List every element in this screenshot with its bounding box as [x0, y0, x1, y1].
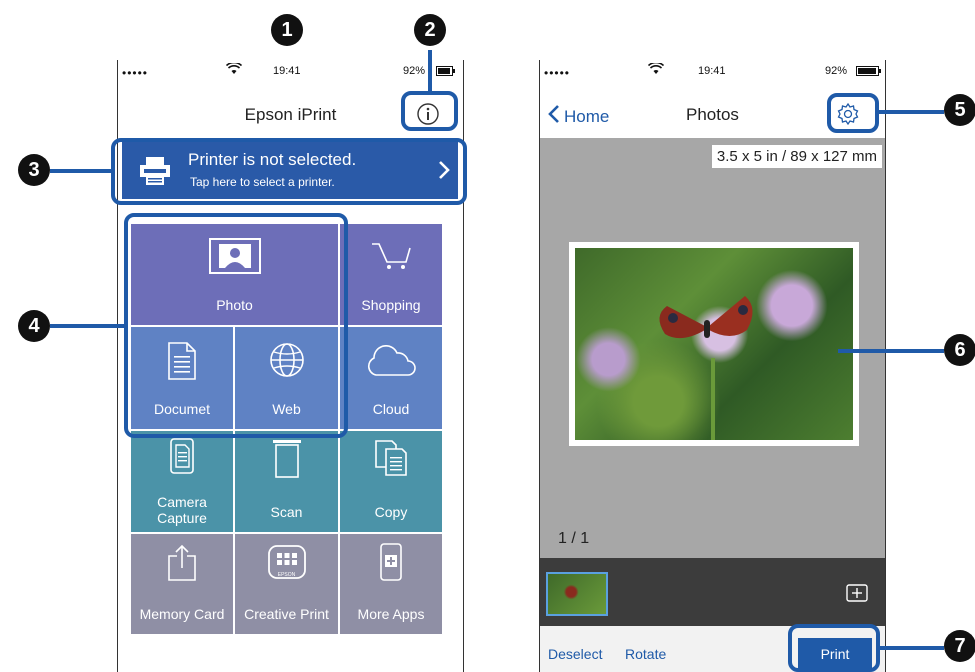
battery-percent: 92%: [825, 65, 848, 77]
tile-label: More Apps: [357, 606, 425, 622]
paper-size-selector[interactable]: 3.5 x 5 in / 89 x 127 mm: [711, 145, 882, 168]
wifi-icon: [225, 61, 243, 78]
status-time: 19:41: [698, 65, 726, 77]
tile-label: Memory Card: [139, 606, 225, 622]
tile-label: Creative Print: [244, 606, 329, 622]
tile-label: Camera Capture: [131, 494, 233, 526]
cloud-icon: [340, 345, 442, 377]
highlight-settings-button: [827, 93, 879, 133]
back-button[interactable]: Home: [548, 104, 609, 129]
screen-title: Photos: [686, 105, 739, 124]
tile-label: Cloud: [372, 401, 410, 417]
callout-7-line: [879, 646, 944, 650]
tile-more-apps[interactable]: More Apps: [339, 533, 443, 635]
callout-4: 4: [18, 310, 50, 342]
wifi-icon: [647, 61, 665, 78]
battery-percent: 92%: [403, 65, 426, 77]
deselect-button[interactable]: Deselect: [548, 646, 602, 662]
tile-label: Shopping: [361, 297, 421, 313]
highlight-info-button: [401, 91, 458, 131]
tile-shopping[interactable]: Shopping: [339, 223, 443, 326]
scan-icon: [235, 439, 338, 479]
butterfly-photo: [575, 248, 853, 440]
tile-label: Scan: [270, 504, 303, 520]
tile-camera-capture[interactable]: Camera Capture: [130, 430, 234, 533]
camera-capture-icon: [131, 437, 233, 475]
callout-6-line: [838, 349, 944, 353]
callout-5-line: [878, 110, 944, 114]
battery-icon: [436, 66, 456, 79]
back-label: Home: [564, 106, 610, 126]
share-upload-icon: [131, 544, 233, 582]
tile-creative-print[interactable]: EPSON Creative Print: [234, 533, 339, 635]
callout-6: 6: [944, 334, 975, 366]
tile-label-line2: Capture: [157, 510, 207, 526]
paper-size-label: 3.5 x 5 in / 89 x 127 mm: [716, 148, 877, 165]
signal-indicator: •••••: [544, 66, 571, 80]
callout-3: 3: [18, 154, 50, 186]
battery-icon: [856, 66, 882, 79]
tile-label: Copy: [374, 504, 408, 520]
highlight-print-button: [788, 624, 880, 672]
thumbnail-selected[interactable]: [546, 572, 608, 616]
highlight-printer-banner: [111, 138, 467, 205]
photo-preview[interactable]: [569, 242, 859, 446]
callout-2: 2: [414, 14, 446, 46]
tile-memory-card[interactable]: Memory Card: [130, 533, 234, 635]
plus-icon[interactable]: [846, 584, 868, 607]
tile-cloud[interactable]: Cloud: [339, 326, 443, 430]
epson-badge: EPSON: [277, 572, 296, 578]
rotate-button[interactable]: Rotate: [625, 646, 666, 662]
chevron-left-icon: [548, 104, 560, 129]
cart-icon: [340, 238, 442, 272]
tile-copy[interactable]: Copy: [339, 430, 443, 533]
copy-icon: [340, 439, 442, 477]
callout-1: 1: [271, 14, 303, 46]
flower-stem: [711, 358, 715, 440]
right-phone-screen: ••••• 19:41 92% Home Photos 3.5 x 5 in /…: [539, 60, 886, 672]
thumbnail-strip: [540, 558, 885, 626]
signal-indicator: •••••: [122, 66, 149, 80]
butterfly-shape: [659, 296, 753, 339]
preview-area: 3.5 x 5 in / 89 x 127 mm 1 / 1: [540, 138, 885, 558]
callout-3-line: [50, 169, 112, 173]
callout-2-line: [428, 50, 432, 92]
callout-4-line: [50, 324, 125, 328]
highlight-content-tiles: [124, 213, 348, 438]
tile-scan[interactable]: Scan: [234, 430, 339, 533]
callout-5: 5: [944, 94, 975, 126]
more-apps-icon: [340, 542, 442, 582]
tile-label-line1: Camera: [157, 494, 207, 510]
page-counter: 1 / 1: [558, 530, 590, 547]
callout-7: 7: [944, 630, 975, 662]
status-time: 19:41: [273, 65, 301, 77]
